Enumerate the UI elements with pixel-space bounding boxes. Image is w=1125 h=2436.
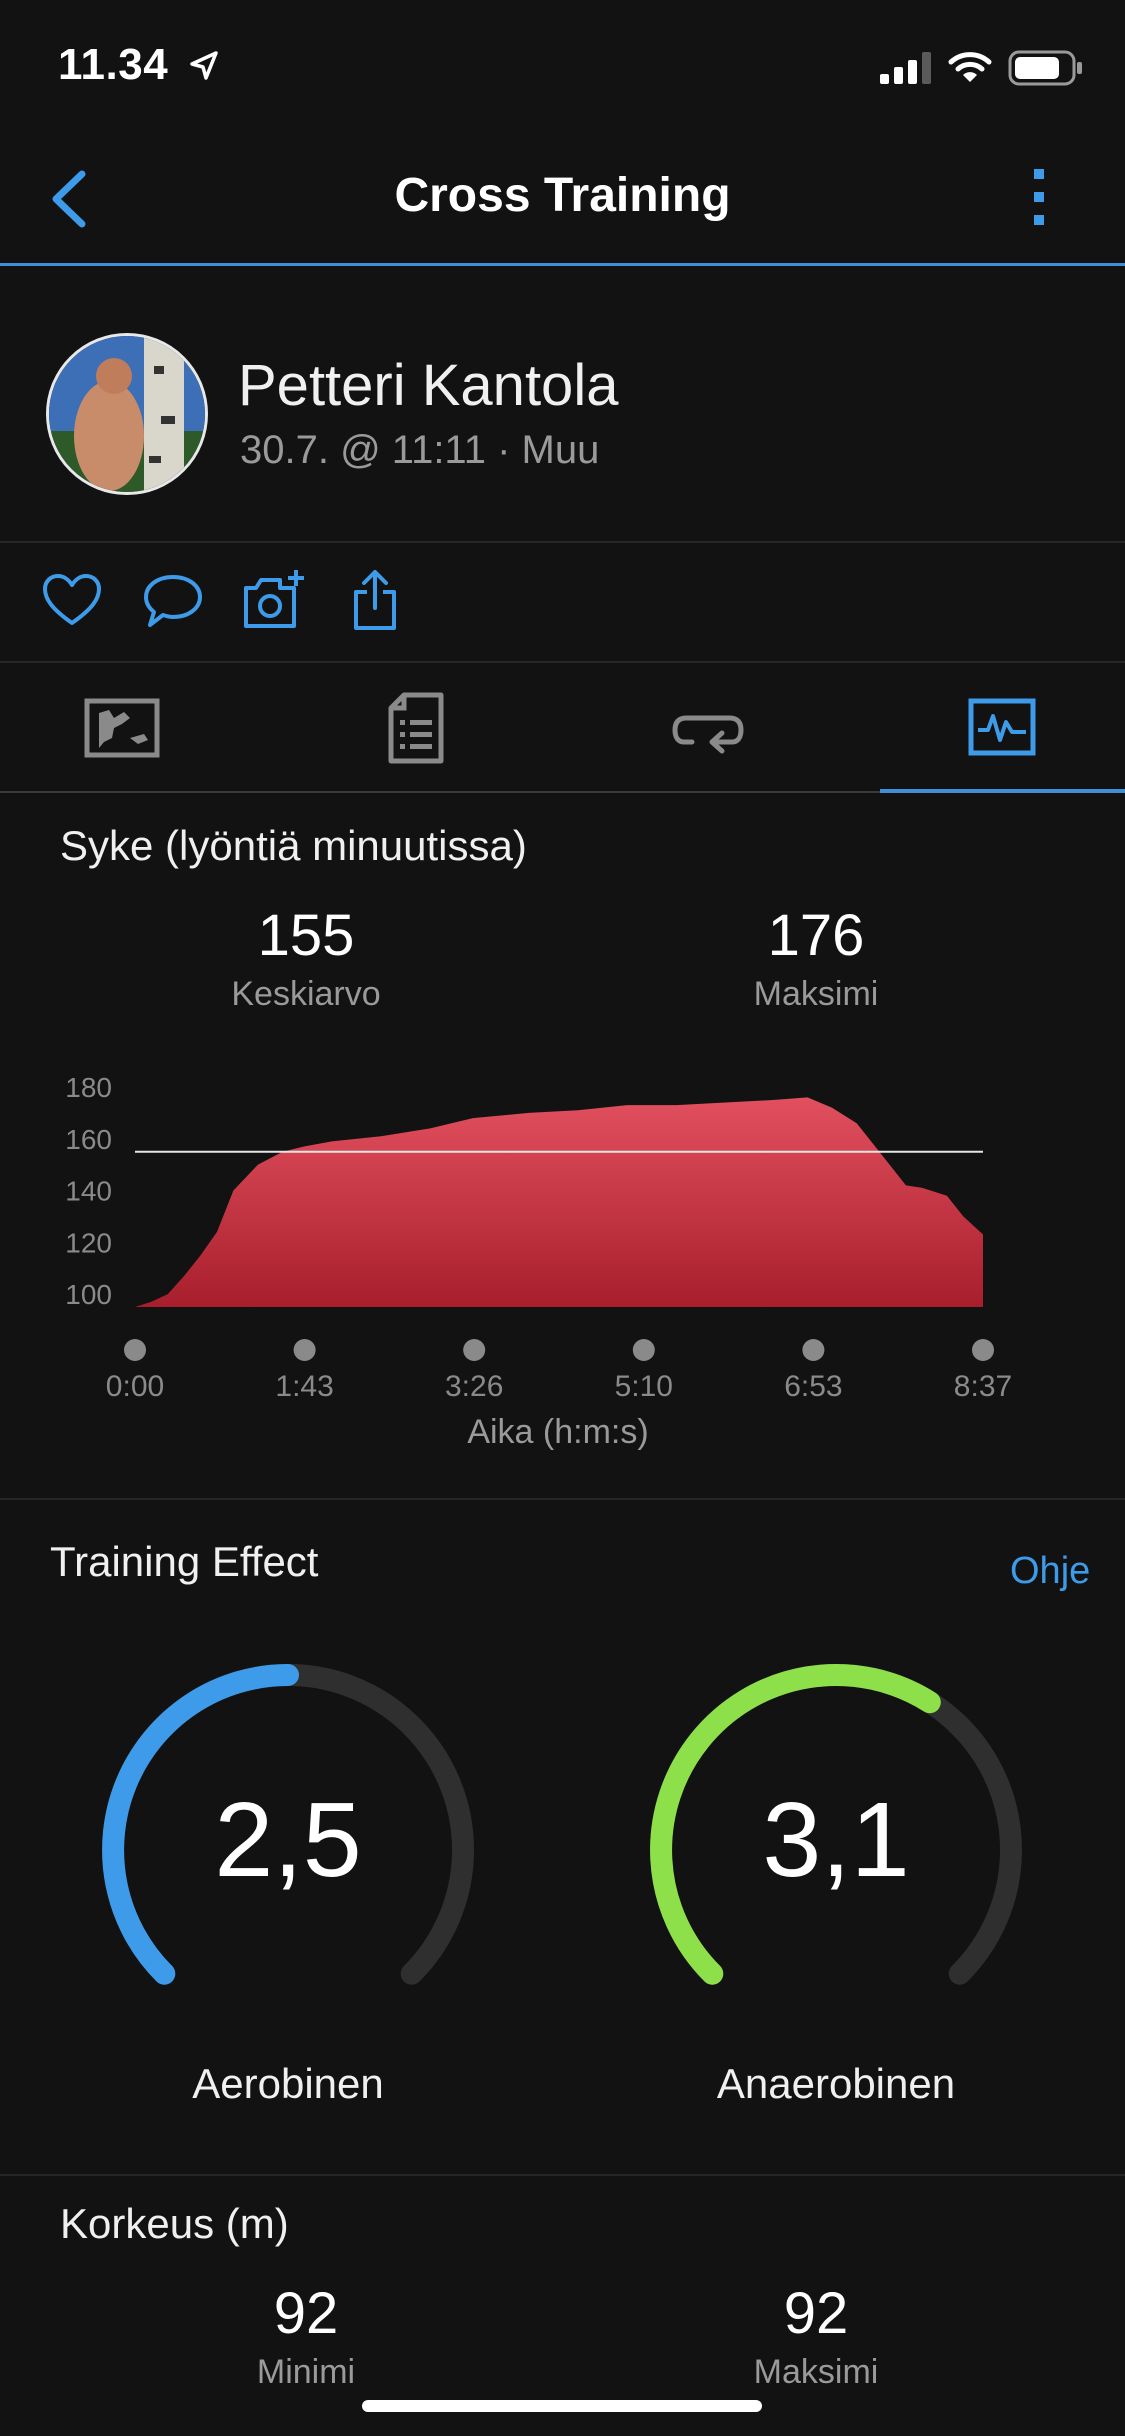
home-indicator[interactable]	[362, 2400, 762, 2412]
x-tick-dot	[632, 1339, 655, 1361]
tab-map-icon[interactable]	[84, 698, 160, 758]
heart-rate-chart: 180 160 140 120 100	[65, 1072, 994, 1361]
location-arrow-icon	[190, 51, 218, 80]
heart-rate-title: Syke (lyöntiä minuutissa)	[60, 822, 527, 869]
y-tick-label: 180	[65, 1072, 112, 1103]
wifi-icon	[948, 52, 992, 82]
x-tick-label: 1:43	[275, 1370, 334, 1403]
help-link[interactable]: Ohje	[1010, 1550, 1090, 1593]
elevation-min-label: Minimi	[256, 2353, 356, 2391]
y-tick-label: 160	[65, 1124, 112, 1155]
heart-rate-area	[135, 1097, 983, 1307]
divider	[0, 2174, 1125, 2176]
x-tick-label: 3:26	[444, 1370, 504, 1403]
tab-charts-icon[interactable]	[968, 698, 1036, 756]
x-tick-dot	[972, 1339, 994, 1361]
anaerobic-label: Anaerobinen	[716, 2060, 956, 2107]
like-heart-icon[interactable]	[42, 573, 102, 627]
comment-icon[interactable]	[142, 573, 204, 629]
divider	[0, 541, 1125, 543]
x-tick-dot	[463, 1339, 486, 1361]
divider	[0, 1498, 1125, 1500]
profile-name[interactable]: Petteri Kantola	[238, 352, 618, 419]
hr-max-value: 176	[767, 903, 865, 968]
add-photo-icon[interactable]	[242, 568, 308, 630]
elevation-title: Korkeus (m)	[60, 2200, 289, 2247]
elevation-max-value: 92	[783, 2281, 849, 2346]
hr-average-label: Keskiarvo	[231, 975, 381, 1013]
avatar-photo	[49, 336, 205, 492]
activity-meta: 30.7. @ 11:11 · Muu	[240, 428, 600, 472]
training-effect-title: Training Effect	[50, 1538, 319, 1585]
aerobic-label: Aerobinen	[192, 2060, 384, 2107]
avatar[interactable]	[46, 333, 208, 495]
more-options-button[interactable]	[1030, 165, 1050, 231]
anaerobic-value: 3,1	[762, 1781, 910, 1899]
tab-laps-icon[interactable]	[672, 704, 744, 758]
x-tick-label: 6:53	[784, 1370, 843, 1403]
x-tick-label: 8:37	[953, 1370, 1013, 1403]
elevation-max-label: Maksimi	[753, 2353, 879, 2391]
x-axis-label: Aika (h:m:s)	[467, 1413, 649, 1451]
share-icon[interactable]	[352, 568, 398, 632]
x-tick-dot	[293, 1339, 316, 1361]
divider	[0, 661, 1125, 663]
status-time: 11.34	[58, 40, 169, 89]
nav-divider	[0, 263, 1125, 266]
aerobic-value: 2,5	[214, 1781, 362, 1899]
hr-average-value: 155	[257, 903, 355, 968]
tab-active-indicator	[880, 789, 1125, 793]
y-tick-label: 140	[65, 1176, 112, 1207]
y-tick-label: 100	[65, 1279, 112, 1310]
x-tick-label: 0:00	[105, 1370, 165, 1403]
cellular-signal-icon	[880, 52, 931, 84]
tab-summary-icon[interactable]	[388, 692, 444, 764]
battery-icon	[1008, 50, 1082, 86]
page-title: Cross Training	[394, 169, 731, 222]
x-tick-label: 5:10	[614, 1370, 673, 1403]
x-tick-dot	[802, 1339, 825, 1361]
hr-max-label: Maksimi	[753, 975, 879, 1013]
x-tick-dot	[124, 1339, 146, 1361]
elevation-min-value: 92	[273, 2281, 339, 2346]
y-tick-label: 120	[65, 1227, 112, 1258]
